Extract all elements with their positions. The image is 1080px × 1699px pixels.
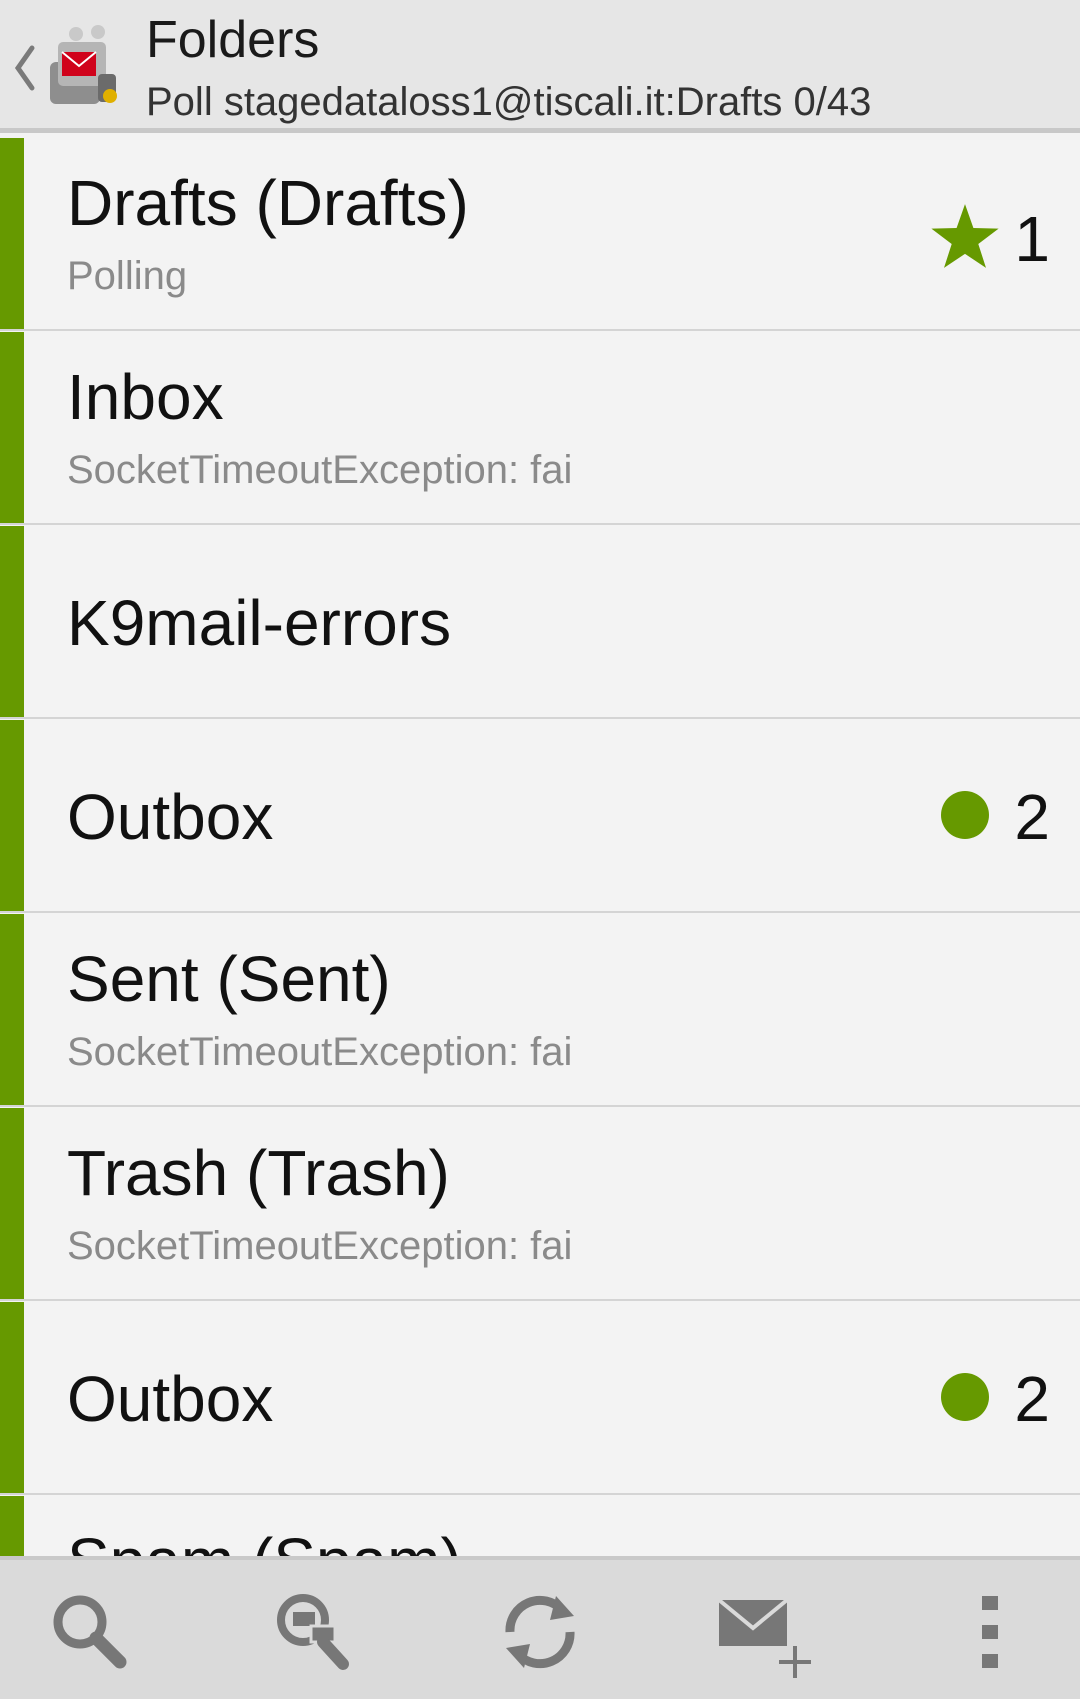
folder-row-spam[interactable]: Spam (Spam) [0, 1496, 1080, 1556]
overflow-menu-icon[interactable] [940, 1582, 1040, 1682]
star-icon [931, 204, 999, 268]
folder-color-stripe [0, 1108, 24, 1299]
refresh-icon[interactable] [490, 1582, 590, 1682]
page-title: Folders [146, 11, 320, 69]
search-icon[interactable] [40, 1582, 140, 1682]
folder-color-stripe [0, 720, 24, 911]
folder-row-sent[interactable]: Sent (Sent) SocketTimeoutException: fai [0, 914, 1080, 1107]
folder-status: SocketTimeoutException: fai [67, 448, 573, 492]
folder-color-stripe [0, 1302, 24, 1493]
unread-dot-icon [941, 1373, 989, 1421]
folder-status: SocketTimeoutException: fai [67, 1224, 573, 1268]
unread-count: 2 [1014, 1363, 1050, 1435]
poll-status-subtitle: Poll stagedataloss1@tiscali.it:Drafts 0/… [146, 80, 872, 124]
k9-mail-app-icon[interactable] [46, 22, 124, 110]
action-bar: Folders Poll stagedataloss1@tiscali.it:D… [0, 0, 1080, 133]
folder-name: K9mail-errors [67, 587, 452, 659]
folder-color-stripe [0, 526, 24, 717]
folder-row-outbox[interactable]: Outbox 2 [0, 720, 1080, 913]
bottom-toolbar [0, 1556, 1080, 1699]
folder-row-drafts[interactable]: Drafts (Drafts) Polling 1 [0, 138, 1080, 331]
search-messages-icon[interactable] [265, 1582, 365, 1682]
chevron-left-icon[interactable] [10, 38, 38, 98]
unread-count: 2 [1014, 781, 1050, 853]
folder-status: SocketTimeoutException: fai [67, 1030, 573, 1074]
folder-color-stripe [0, 332, 24, 523]
folder-row-k9mail-errors[interactable]: K9mail-errors [0, 526, 1080, 719]
folder-color-stripe [0, 914, 24, 1105]
flagged-count: 1 [1014, 203, 1050, 275]
folder-name: Outbox [67, 781, 274, 853]
folder-name: Trash (Trash) [67, 1137, 450, 1209]
folder-name: Drafts (Drafts) [67, 167, 469, 239]
folder-name: Outbox [67, 1363, 274, 1435]
unread-dot-icon [941, 791, 989, 839]
folder-color-stripe [0, 1496, 24, 1556]
folder-status: Polling [67, 254, 188, 298]
folder-color-stripe [0, 138, 24, 329]
compose-icon[interactable] [715, 1582, 815, 1682]
folder-name: Spam (Spam) [67, 1524, 462, 1556]
folder-row-inbox[interactable]: Inbox SocketTimeoutException: fai [0, 332, 1080, 525]
folder-row-outbox-2[interactable]: Outbox 2 [0, 1302, 1080, 1495]
folder-row-trash[interactable]: Trash (Trash) SocketTimeoutException: fa… [0, 1108, 1080, 1301]
folder-list[interactable]: Drafts (Drafts) Polling 1 Inbox SocketTi… [0, 138, 1080, 1556]
folder-name: Inbox [67, 361, 224, 433]
folder-name: Sent (Sent) [67, 943, 391, 1015]
